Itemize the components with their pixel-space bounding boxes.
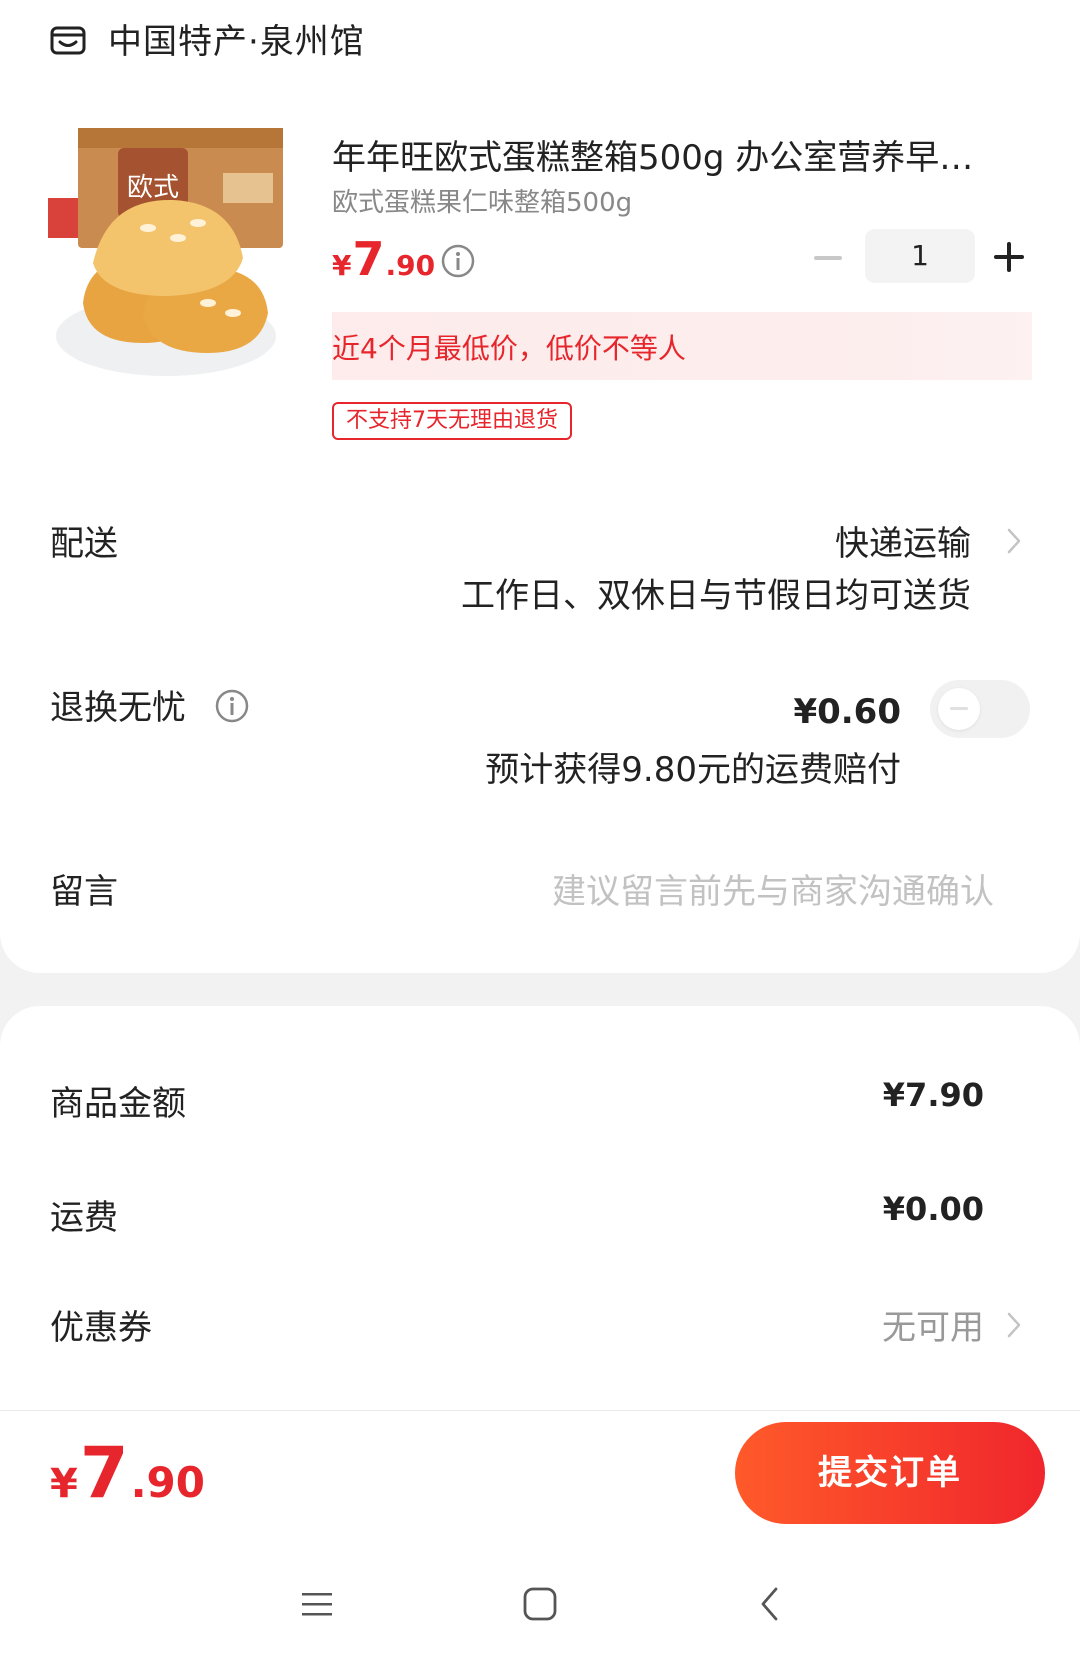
submit-order-button[interactable]: 提交订单 [735, 1422, 1045, 1524]
return-insurance-price: ¥0.60 [793, 692, 901, 732]
minus-icon[interactable] [812, 242, 844, 274]
shop-name: 中国特产·泉州馆 [108, 22, 365, 62]
menu-icon[interactable] [300, 1587, 334, 1621]
shipping-label: 运费 [50, 1198, 118, 1238]
shipping-value: ¥0.00 [882, 1190, 984, 1228]
chevron-right-icon[interactable] [1004, 524, 1024, 558]
promo-text: 近4个月最低价，低价不等人 [332, 332, 686, 365]
return-insurance-toggle[interactable] [930, 680, 1030, 738]
shop-header[interactable]: 中国特产·泉州馆 [50, 14, 365, 63]
total-price: ¥ 7 .90 [50, 1432, 205, 1514]
message-label: 留言 [50, 872, 118, 912]
plus-icon[interactable] [992, 240, 1026, 274]
svg-text:欧式: 欧式 [127, 173, 179, 203]
delivery-method[interactable]: 快递运输 [835, 516, 971, 565]
product-image[interactable]: 欧式 [48, 128, 288, 378]
goods-amount-value: ¥7.90 [882, 1076, 984, 1114]
return-insurance-label: 退换无忧 [50, 688, 186, 728]
total-integer: 7 [79, 1432, 129, 1514]
delivery-note: 工作日、双休日与节假日均可送货 [461, 576, 971, 616]
product-sku[interactable]: 欧式蛋糕果仁味整箱500g [332, 182, 632, 219]
message-input[interactable]: 建议留言前先与商家沟通确认 [552, 864, 994, 913]
home-icon[interactable] [522, 1586, 558, 1622]
product-title[interactable]: 年年旺欧式蛋糕整箱500g 办公室营养早… [332, 130, 1022, 179]
delivery-label: 配送 [50, 524, 118, 564]
return-policy-tag: 不支持7天无理由退货 [332, 402, 572, 440]
coupon-value[interactable]: 无可用 [882, 1300, 984, 1349]
chevron-right-icon[interactable] [1004, 1308, 1024, 1342]
price-info-icon[interactable] [440, 243, 476, 279]
total-symbol: ¥ [50, 1461, 78, 1507]
toggle-knob [938, 688, 980, 730]
return-insurance-note: 预计获得9.80元的运费赔付 [485, 750, 901, 790]
quantity-input[interactable]: 1 [865, 229, 975, 283]
info-icon[interactable] [214, 688, 250, 724]
price-symbol: ¥ [332, 249, 352, 282]
goods-amount-label: 商品金额 [50, 1084, 186, 1124]
product-price: ¥ 7 .90 [332, 232, 435, 286]
price-integer: 7 [352, 232, 385, 286]
shop-icon [50, 26, 86, 54]
total-decimal: .90 [130, 1458, 205, 1507]
coupon-label: 优惠券 [50, 1308, 152, 1348]
price-decimal: .90 [385, 249, 436, 282]
back-icon[interactable] [758, 1586, 782, 1622]
